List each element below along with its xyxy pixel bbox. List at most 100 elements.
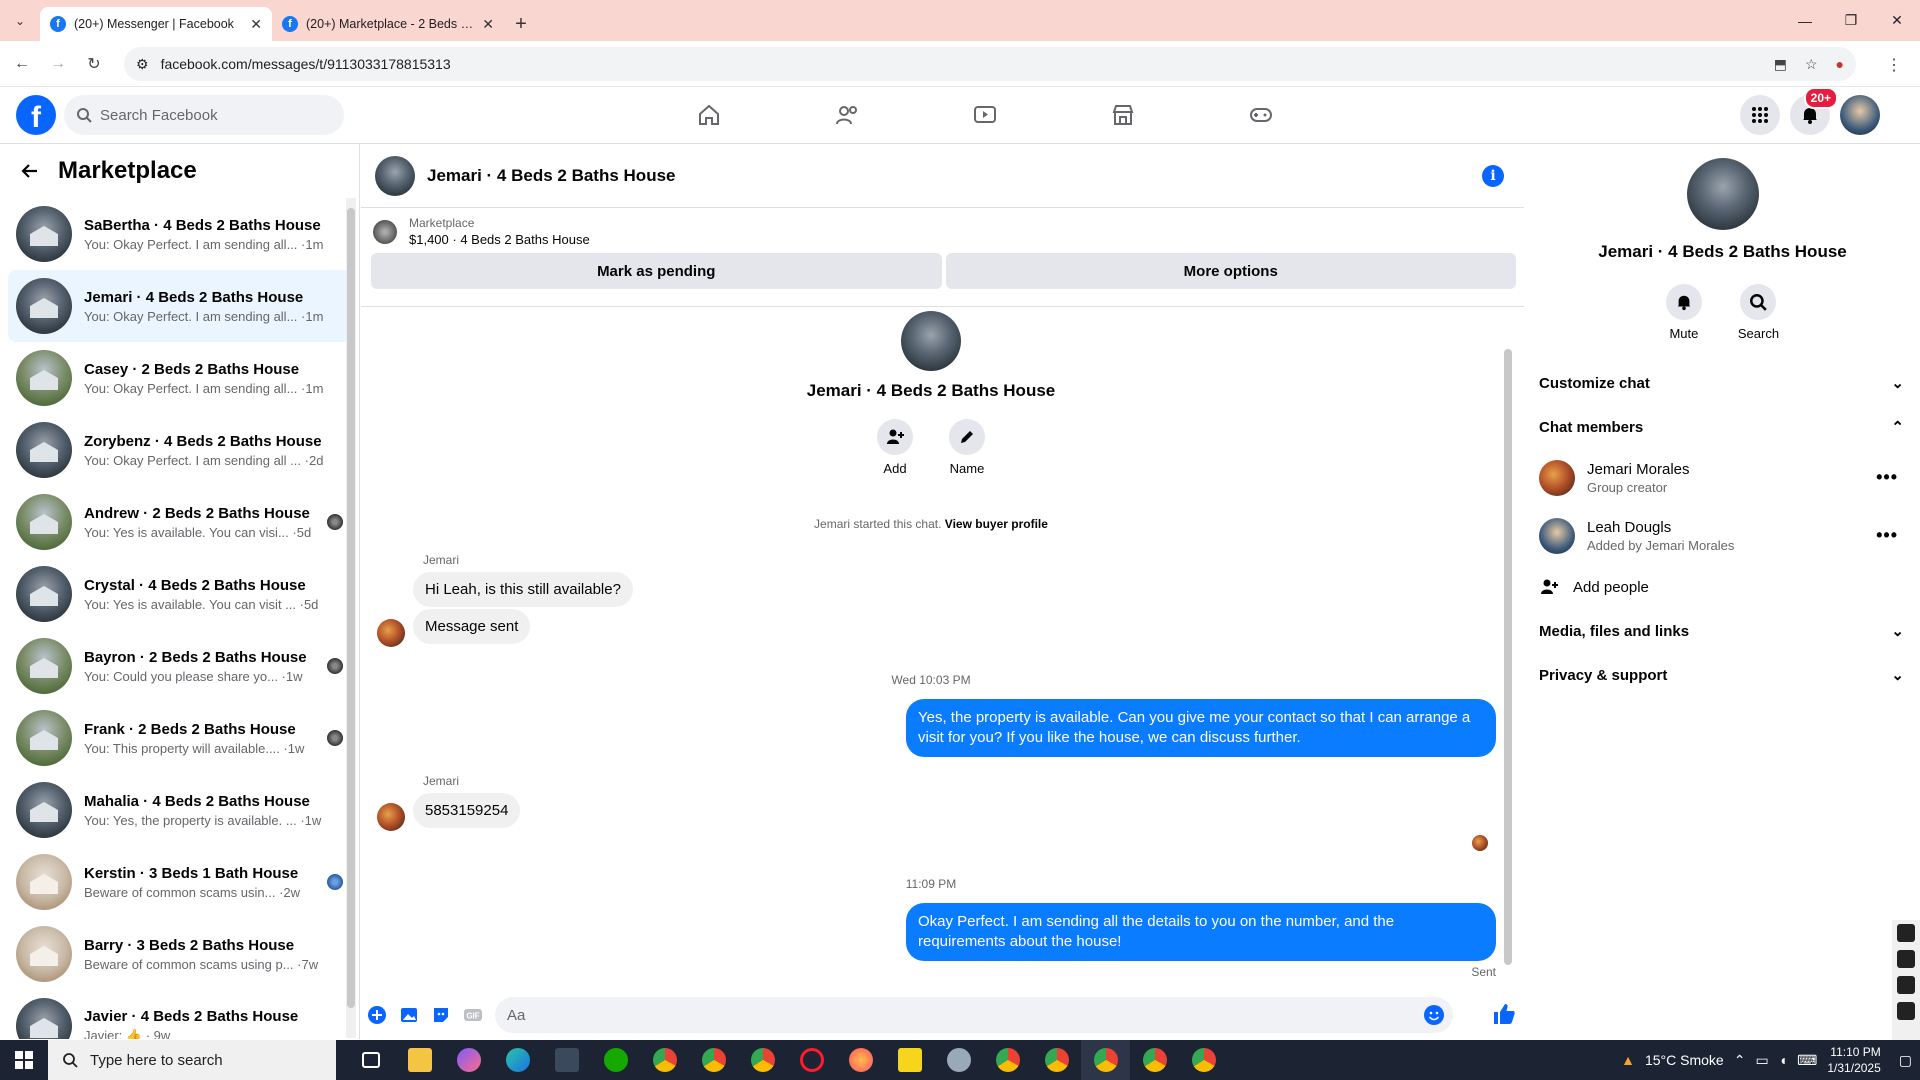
weather-icon[interactable]: ▲: [1621, 1052, 1635, 1068]
notification-center-icon[interactable]: ▢: [1899, 1052, 1912, 1069]
member-item[interactable]: Jemari Morales Group creator •••: [1525, 449, 1920, 507]
more-options-button[interactable]: More options: [945, 253, 1516, 289]
camera-icon[interactable]: [1897, 924, 1915, 942]
window-icon[interactable]: [1897, 976, 1915, 994]
edge-icon[interactable]: [493, 1040, 542, 1080]
tab-close-icon[interactable]: ✕: [250, 16, 262, 33]
add-member-button[interactable]: Add: [877, 419, 913, 476]
site-info-icon[interactable]: ⚙: [136, 56, 149, 73]
upwork-icon[interactable]: [591, 1040, 640, 1080]
nav-marketplace-icon[interactable]: [1054, 87, 1192, 143]
info-icon[interactable]: i: [1482, 165, 1504, 187]
taskbar-clock[interactable]: 11:10 PM 1/31/2025: [1827, 1044, 1880, 1076]
add-people-button[interactable]: Add people: [1525, 565, 1920, 609]
conversation-item[interactable]: Frank · 2 Beds 2 Baths House You: This pr…: [8, 702, 351, 774]
member-more-options-icon[interactable]: •••: [1876, 467, 1898, 488]
chat-members-section[interactable]: Chat members ⌃: [1525, 405, 1920, 449]
chrome-icon[interactable]: [738, 1040, 787, 1080]
chrome-icon[interactable]: [1081, 1040, 1130, 1080]
details-avatar[interactable]: [1686, 158, 1759, 230]
more-actions-plus-icon[interactable]: [366, 1004, 388, 1026]
forward-icon[interactable]: →: [44, 55, 72, 73]
outgoing-message[interactable]: Yes, the property is available. Can you …: [906, 699, 1496, 757]
tab-close-icon[interactable]: ✕: [482, 16, 494, 33]
account-avatar[interactable]: [1840, 95, 1880, 135]
nav-home-icon[interactable]: [640, 87, 778, 143]
weather-text[interactable]: 15°C Smoke: [1645, 1052, 1724, 1068]
member-more-options-icon[interactable]: •••: [1876, 525, 1898, 546]
tab-search-chevron-icon[interactable]: ⌄: [0, 0, 40, 41]
sticky-notes-icon[interactable]: [885, 1040, 934, 1080]
back-arrow-icon[interactable]: [20, 161, 40, 181]
copilot-icon[interactable]: [444, 1040, 493, 1080]
chrome-icon[interactable]: [1032, 1040, 1081, 1080]
search-chat-button[interactable]: Search: [1738, 284, 1779, 341]
settings-gear-icon[interactable]: [1897, 1002, 1915, 1020]
gif-icon[interactable]: GIF: [462, 1004, 484, 1026]
listing-price[interactable]: $1,400 · 4 Beds 2 Baths House: [409, 232, 590, 247]
address-bar[interactable]: ⚙ facebook.com/messages/t/91130331788153…: [124, 47, 1856, 81]
mute-button[interactable]: Mute: [1665, 284, 1702, 341]
emoji-icon[interactable]: [1423, 1004, 1445, 1030]
conversation-list-scrollbar[interactable]: [346, 198, 356, 1038]
conversation-item[interactable]: Barry · 3 Beds 2 Baths House Beware of co…: [8, 918, 351, 990]
browser-tab-messenger[interactable]: f (20+) Messenger | Facebook ✕: [40, 7, 272, 41]
customize-chat-section[interactable]: Customize chat ⌄: [1525, 361, 1920, 405]
privacy-support-section[interactable]: Privacy & support ⌄: [1525, 653, 1920, 697]
taskbar-search-input[interactable]: Type here to search: [48, 1040, 336, 1080]
conversation-item[interactable]: Zorybenz · 4 Beds 2 Baths House You: Okay…: [8, 414, 351, 486]
conversation-item-active[interactable]: Jemari · 4 Beds 2 Baths House You: Okay P…: [8, 270, 351, 342]
conversation-item[interactable]: Kerstin · 3 Beds 1 Bath House Beware of c…: [8, 846, 351, 918]
chrome-icon[interactable]: [689, 1040, 738, 1080]
chrome-icon[interactable]: [983, 1040, 1032, 1080]
task-view-icon[interactable]: [346, 1040, 395, 1080]
listing-thumbnail[interactable]: [373, 219, 397, 244]
menu-grid-icon[interactable]: [1740, 95, 1780, 135]
browser-tab-marketplace[interactable]: f (20+) Marketplace - 2 Beds 2 Baths Hou…: [272, 7, 504, 41]
chrome-icon[interactable]: [1130, 1040, 1179, 1080]
opera-icon[interactable]: [787, 1040, 836, 1080]
notifications-bell-icon[interactable]: 20+: [1790, 87, 1838, 135]
conversation-item[interactable]: Mahalia · 4 Beds 2 Baths House You: Yes, …: [8, 774, 351, 846]
like-thumb-icon[interactable]: [1492, 1002, 1516, 1029]
back-icon[interactable]: ←: [8, 55, 36, 73]
sender-avatar[interactable]: [377, 803, 405, 831]
message-input[interactable]: Aa: [495, 997, 1453, 1033]
firefox-icon[interactable]: [836, 1040, 885, 1080]
conversation-item[interactable]: Casey · 2 Beds 2 Baths House You: Okay Pe…: [8, 342, 351, 414]
browser-menu-icon[interactable]: ⋮: [1886, 55, 1902, 75]
close-window-icon[interactable]: ✕: [1874, 0, 1920, 41]
facebook-logo-icon[interactable]: f: [16, 95, 56, 135]
chrome-icon[interactable]: [1179, 1040, 1228, 1080]
calculator-icon[interactable]: [542, 1040, 591, 1080]
incoming-message[interactable]: 5853159254: [413, 793, 521, 828]
network-icon[interactable]: ▭: [1755, 1052, 1768, 1069]
thread-scrollbar[interactable]: [1502, 309, 1514, 981]
conversation-item[interactable]: Javier · 4 Beds 2 Baths House Javier: 👍 ·…: [8, 990, 351, 1039]
outgoing-message[interactable]: Okay Perfect. I am sending all the detai…: [906, 903, 1496, 961]
incoming-message[interactable]: Message sent: [413, 609, 531, 644]
tray-chevron-icon[interactable]: ⌃: [1734, 1052, 1746, 1069]
nav-gaming-icon[interactable]: [1192, 87, 1330, 143]
reload-icon[interactable]: ↻: [80, 54, 108, 74]
profile-icon[interactable]: ●: [1836, 56, 1844, 72]
sender-avatar[interactable]: [377, 619, 405, 647]
media-files-section[interactable]: Media, files and links ⌄: [1525, 609, 1920, 653]
conversation-item[interactable]: Andrew · 2 Beds 2 Baths House You: Yes is…: [8, 486, 351, 558]
conversation-item[interactable]: SaBertha · 4 Beds 2 Baths House You: Okay…: [8, 198, 351, 270]
keyboard-icon[interactable]: ⌨: [1797, 1052, 1817, 1069]
nav-watch-icon[interactable]: [916, 87, 1054, 143]
incoming-message[interactable]: Hi Leah, is this still available?: [413, 572, 633, 607]
video-icon[interactable]: [1897, 950, 1915, 968]
view-buyer-profile-link[interactable]: View buyer profile: [945, 517, 1048, 531]
conversation-item[interactable]: Crystal · 4 Beds 2 Baths House You: Yes i…: [8, 558, 351, 630]
chat-title[interactable]: Jemari · 4 Beds 2 Baths House: [427, 166, 675, 186]
nav-friends-icon[interactable]: [778, 87, 916, 143]
member-item[interactable]: Leah Dougls Added by Jemari Morales •••: [1525, 507, 1920, 565]
conversation-item[interactable]: Bayron · 2 Beds 2 Baths House You: Could …: [8, 630, 351, 702]
install-app-icon[interactable]: ⬒: [1774, 56, 1787, 73]
new-tab-button[interactable]: +: [504, 7, 538, 41]
file-explorer-icon[interactable]: [395, 1040, 444, 1080]
app-icon[interactable]: [934, 1040, 983, 1080]
edit-name-button[interactable]: Name: [949, 419, 985, 476]
